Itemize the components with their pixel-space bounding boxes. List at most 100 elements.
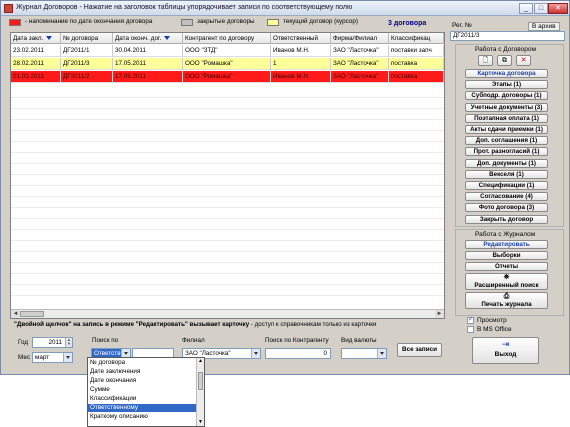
card-button[interactable]: Карточка договора <box>465 69 548 78</box>
scroll-down-icon[interactable]: ▼ <box>197 419 204 426</box>
close-contract-button[interactable]: Закрыть договор <box>465 214 548 224</box>
contractor-search-input[interactable]: 0 <box>265 348 331 359</box>
legend-reminder-label: - напоминание по дате окончания договора <box>25 18 153 25</box>
col-classification[interactable]: Классификац <box>389 33 444 44</box>
msoffice-checkbox[interactable] <box>467 326 474 333</box>
filial-value: ЗАО "Ласточка" <box>185 350 231 357</box>
new-document-icon[interactable]: 🗋 <box>478 55 493 66</box>
chevron-down-icon[interactable] <box>377 349 386 358</box>
disagreement-protocols-button[interactable]: Прот. разногласий (1) <box>465 147 548 157</box>
staged-payment-button[interactable]: Поэтапная оплата (1) <box>465 113 548 123</box>
add-agreements-button[interactable]: Доп. соглашения (1) <box>465 136 548 146</box>
cell-date: 01.03.2011 <box>11 71 61 83</box>
scroll-thumb[interactable] <box>20 311 44 317</box>
cell-date: 23.02.2011 <box>11 45 61 57</box>
search-by-dropdown[interactable]: № договора Дате заключения Дате окончания С… <box>87 357 205 427</box>
exit-label: Выход <box>494 351 517 358</box>
grid-line <box>11 229 444 230</box>
grid-line <box>11 240 444 241</box>
col-number[interactable]: № договора <box>61 33 113 44</box>
add-documents-button[interactable]: Доп. документы (1) <box>465 158 548 168</box>
dropdown-option[interactable]: Ответственному <box>88 404 197 412</box>
legend-gray-swatch <box>181 19 193 26</box>
table-row[interactable]: 23.02.2011 ДГ2011/1 30.04.2011 ООО "ЗТД"… <box>11 45 444 57</box>
scroll-right-icon[interactable]: ► <box>435 310 444 318</box>
dropdown-option[interactable]: Дате заключения <box>88 368 197 376</box>
grid-line <box>11 97 444 98</box>
printer-icon: ⎙ <box>503 293 510 300</box>
scroll-up-icon[interactable]: ▲ <box>197 358 204 365</box>
print-journal-button[interactable]: ⎙ Печать журнала <box>465 292 548 309</box>
month-value: март <box>35 354 50 361</box>
chevron-down-icon[interactable] <box>63 353 72 362</box>
year-stepper[interactable]: 2011 ▲ ▼ <box>32 337 73 348</box>
edit-button[interactable]: Редактировать <box>465 240 548 249</box>
title-bar: Журнал Договоров - Нажатие на заголовок … <box>1 1 569 16</box>
col-date[interactable]: Дата закл. <box>11 33 61 44</box>
maximize-icon[interactable]: □ <box>534 3 548 14</box>
month-label: Мес <box>18 354 30 361</box>
grid-line <box>11 251 444 252</box>
hint-access: - доступ к справочникам только из карточ… <box>249 321 377 328</box>
horizontal-scrollbar[interactable]: ◄ ► <box>11 309 444 318</box>
spin-arrows-icon[interactable]: ▲ ▼ <box>65 338 72 347</box>
grid-line <box>11 108 444 109</box>
col-end-date[interactable]: Дата оконч. дог. <box>113 33 183 44</box>
msoffice-label: В MS Office <box>477 326 512 333</box>
grid-line <box>11 185 444 186</box>
table-row[interactable]: 01.03.2011 ДГ2011/2 17.05.2011 ООО "Рома… <box>11 71 444 83</box>
year-label: Год <box>18 339 29 346</box>
table-row[interactable]: 28.02.2011 ДГ2011/3 17.05.2011 ООО "Рома… <box>11 58 444 70</box>
selections-button[interactable]: Выборки <box>465 251 548 260</box>
all-records-button[interactable]: Все записи <box>397 343 442 357</box>
specifications-button[interactable]: Спецификации (1) <box>465 181 548 190</box>
hint-doubleclick: "Двойной щелчок" на запись в режиме "Ред… <box>14 321 250 328</box>
dropdown-option[interactable]: № договора <box>88 359 197 367</box>
delete-icon[interactable]: ✕ <box>516 55 531 66</box>
print-journal-label: Печать журнала <box>481 301 532 308</box>
reports-button[interactable]: Отчеты <box>465 262 548 271</box>
search-by-label: Поиск по <box>92 337 119 344</box>
archive-button[interactable]: В архив <box>528 22 560 31</box>
year-value: 2011 <box>48 339 62 346</box>
accounting-docs-button[interactable]: Учетные документы (3) <box>465 102 548 112</box>
preview-checkbox[interactable]: ✓ <box>467 317 474 324</box>
minimize-icon[interactable]: _ <box>519 3 533 14</box>
exit-button[interactable]: ⇥ Выход <box>472 337 539 364</box>
grid-line <box>11 284 444 285</box>
dropdown-option[interactable]: Дате окончания <box>88 377 197 385</box>
window-title: Журнал Договоров - Нажатие на заголовок … <box>16 4 353 11</box>
dropdown-scroll-thumb[interactable] <box>198 372 203 390</box>
approval-button[interactable]: Согласование (4) <box>465 192 548 202</box>
acceptance-acts-button[interactable]: Акты сдачи приемки (1) <box>465 125 548 134</box>
chevron-down-icon[interactable] <box>251 349 260 358</box>
dropdown-option[interactable]: Сумме <box>88 386 197 394</box>
col-contractor[interactable]: Контрагент по договору <box>183 33 271 44</box>
stages-button[interactable]: Этапы (1) <box>465 80 548 90</box>
copy-document-icon[interactable]: ⧉ <box>497 55 512 66</box>
dropdown-option[interactable]: Классификации <box>88 395 197 403</box>
bills-button[interactable]: Векселя (1) <box>465 169 548 179</box>
cell-contractor: ООО "Ромашка" <box>183 58 271 70</box>
month-select[interactable]: март <box>32 352 73 363</box>
grid-line <box>11 163 444 164</box>
preview-label: Просмотр <box>477 317 507 324</box>
currency-select[interactable] <box>341 348 387 359</box>
cell-date: 28.02.2011 <box>11 58 61 70</box>
subcontracts-button[interactable]: Субподр. договоры (1) <box>465 91 548 101</box>
col-responsible[interactable]: Ответственный <box>271 33 331 44</box>
reg-number-field[interactable]: ДГ2011/3 <box>450 31 565 41</box>
scroll-left-icon[interactable]: ◄ <box>11 310 20 318</box>
contract-photo-button[interactable]: Фото договора (3) <box>465 203 548 213</box>
cell-firm: ЗАО "Ласточка" <box>331 58 389 70</box>
main-window: Журнал Договоров - Нажатие на заголовок … <box>0 0 570 375</box>
grid-line <box>11 130 444 131</box>
sort-down-icon <box>164 36 171 41</box>
close-icon[interactable]: ✕ <box>548 3 568 14</box>
extended-search-button[interactable]: ⛯ Расширенный поиск <box>465 273 548 290</box>
dropdown-scrollbar[interactable]: ▲ ▼ <box>196 358 204 426</box>
grid-line <box>11 262 444 263</box>
dropdown-option[interactable]: Краткому описанию <box>88 413 197 421</box>
exit-door-icon: ⇥ <box>501 339 510 349</box>
col-firm[interactable]: Фирма/Филиал <box>331 33 389 44</box>
